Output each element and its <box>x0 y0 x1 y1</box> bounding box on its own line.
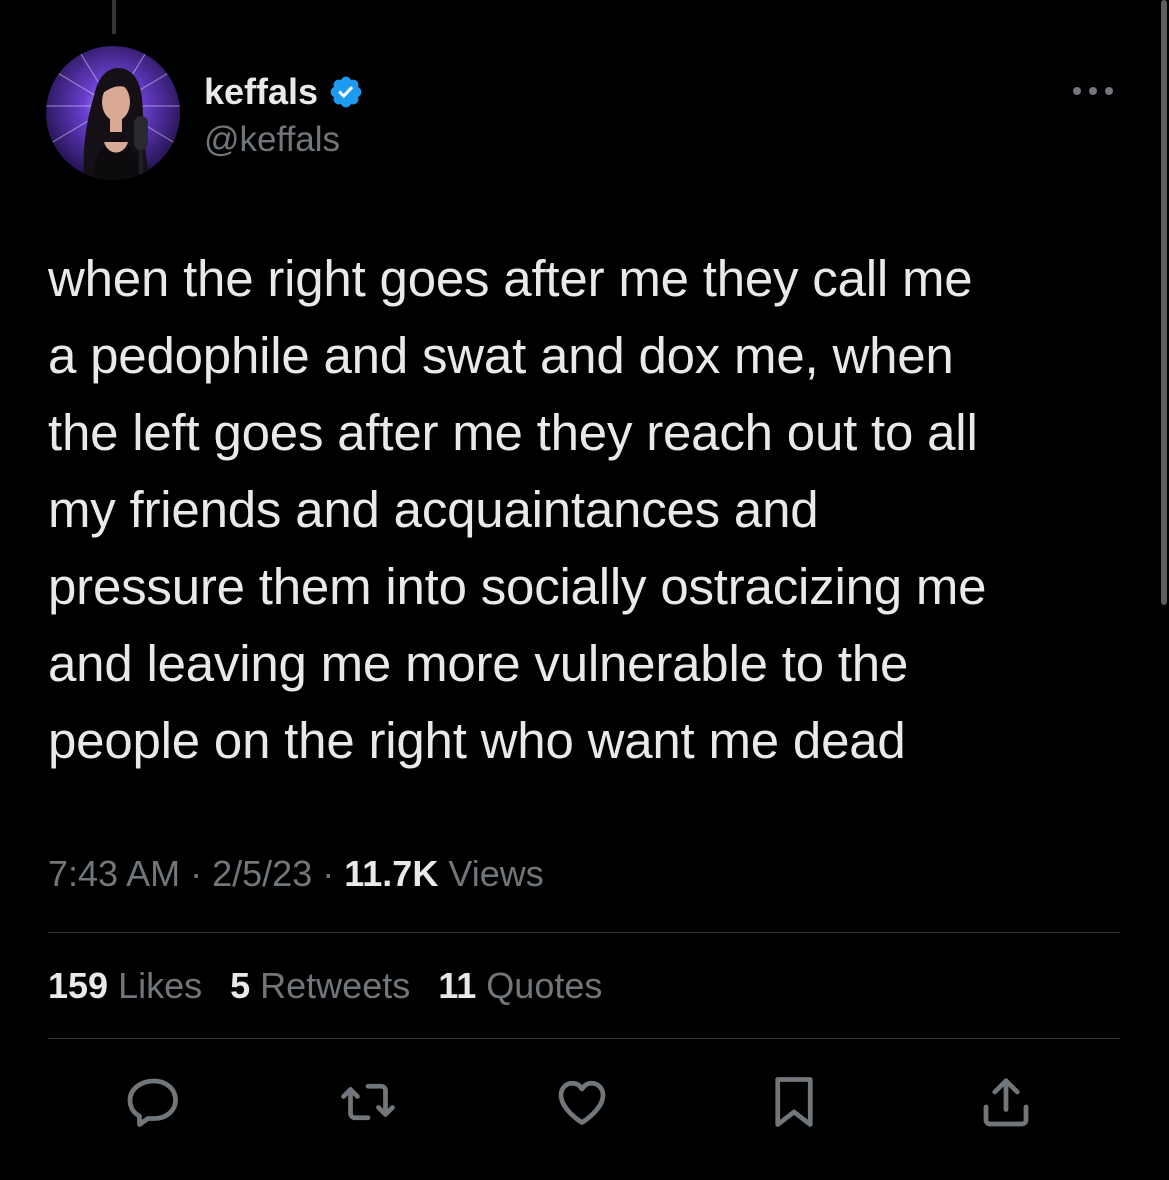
bookmark-icon[interactable] <box>764 1072 824 1132</box>
heart-icon[interactable] <box>552 1072 612 1132</box>
retweet-icon[interactable] <box>338 1072 398 1132</box>
tweet-text-line: when the right goes after me they call m… <box>48 250 973 307</box>
scrollbar[interactable] <box>1161 0 1167 605</box>
likes-label: Likes <box>118 965 203 1006</box>
tweet-text-line: people on the right who want me dead <box>48 712 906 769</box>
reply-icon[interactable] <box>124 1072 184 1132</box>
tweet-text-line: the left goes after me they reach out to… <box>48 404 978 461</box>
more-horizontal-icon[interactable] <box>1070 82 1116 100</box>
author-display-name-row[interactable]: keffals <box>204 72 364 112</box>
avatar[interactable] <box>46 46 180 180</box>
author-display-name[interactable]: keffals <box>204 72 318 112</box>
avatar-image <box>46 46 180 180</box>
thread-connector-line <box>112 0 116 34</box>
verified-badge-icon[interactable] <box>328 74 364 110</box>
likes-stat[interactable]: 159 Likes <box>48 964 202 1008</box>
divider <box>48 1038 1120 1039</box>
views-count: 11.7K <box>344 853 439 894</box>
tweet-text-line: and leaving me more vulnerable to the <box>48 635 909 692</box>
tweet-meta: 7:43 AM · 2/5/23 · 11.7K Views <box>48 852 544 896</box>
meta-separator: · <box>322 853 335 894</box>
tweet-text-line: a pedophile and swat and dox me, when <box>48 327 954 384</box>
tweet-text: when the right goes after me they call m… <box>48 240 1128 779</box>
author-handle[interactable]: @keffals <box>204 120 340 160</box>
tweet-date[interactable]: 2/5/23 <box>212 853 312 894</box>
tweet-text-line: pressure them into socially ostracizing … <box>48 558 987 615</box>
quotes-label: Quotes <box>486 965 603 1006</box>
tweet-text-line: my friends and acquaintances and <box>48 481 819 538</box>
quotes-count: 11 <box>438 965 477 1006</box>
views-label: Views <box>448 853 544 894</box>
retweets-stat[interactable]: 5 Retweets <box>230 964 410 1008</box>
divider <box>48 932 1120 933</box>
retweets-count: 5 <box>230 965 251 1006</box>
tweet-time[interactable]: 7:43 AM <box>48 853 180 894</box>
likes-count: 159 <box>48 965 109 1006</box>
tweet-action-bar <box>0 1072 1169 1132</box>
retweets-label: Retweets <box>260 965 411 1006</box>
quotes-stat[interactable]: 11 Quotes <box>438 964 602 1008</box>
share-icon[interactable] <box>976 1072 1036 1132</box>
meta-separator: · <box>190 853 203 894</box>
engagement-stats: 159 Likes 5 Retweets 11 Quotes <box>48 964 602 1008</box>
